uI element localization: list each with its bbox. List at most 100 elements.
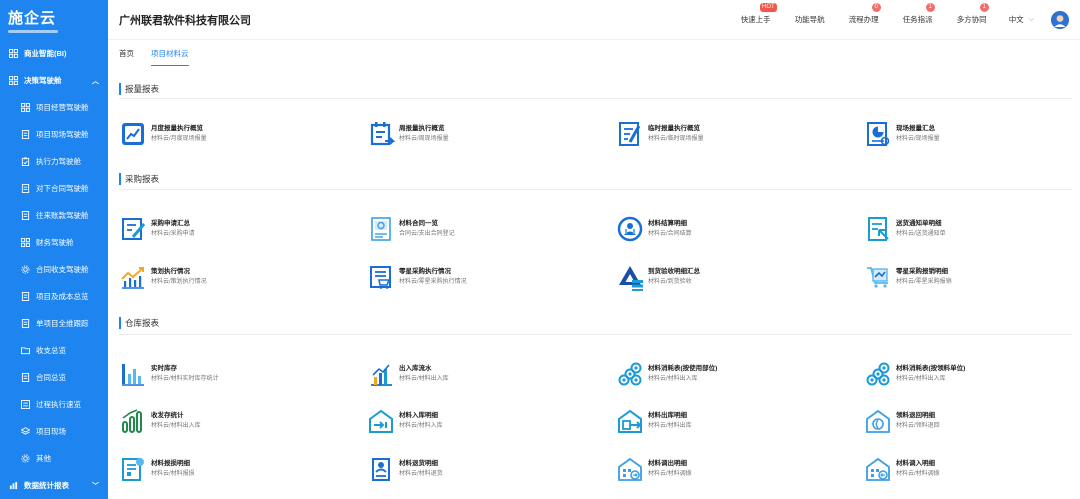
report-card[interactable]: 材料消耗表(按领料单位) 材料云/材料出入库: [864, 360, 965, 388]
report-card[interactable]: 零星采购执行情况 材料云/零星采购执行情况: [367, 263, 467, 291]
sidebar-item-13[interactable]: 过程执行速览: [0, 391, 108, 418]
tab-bar: 首页 项目材料云: [108, 40, 1080, 68]
report-card[interactable]: 材料退货明细 材料云/材料退货: [367, 455, 443, 483]
chart-icon: [9, 481, 18, 490]
report-card[interactable]: 材料入库明细 材料云/材料入库: [367, 407, 443, 435]
report-card-text: 材料报损明细 材料云/材料报损: [151, 459, 195, 479]
header-process[interactable]: 流程办理 0: [849, 3, 881, 25]
report-card[interactable]: 周报量执行概览 材料云/周现场报量: [367, 120, 449, 148]
sidebar-item-4[interactable]: 执行力驾驶舱: [0, 148, 108, 175]
report-card-text: 材料出库明细 材料云/材料出库: [648, 411, 692, 431]
sidebar-item-9[interactable]: 项目及成本总览: [0, 283, 108, 310]
sidebar-item-15[interactable]: 其他: [0, 445, 108, 472]
report-card[interactable]: 实时库存材料云/材料实时库存统计: [119, 360, 219, 388]
report-card-path: 材料云/材料出入库: [648, 376, 698, 382]
document-icon: [21, 373, 30, 382]
sidebar-item-7[interactable]: 财务驾驶舱: [0, 229, 108, 256]
tab-material-cloud[interactable]: 项目材料云: [151, 40, 189, 68]
sidebar-item-3[interactable]: 项目现场驾驶舱: [0, 121, 108, 148]
report-card[interactable]: 送货通知单明细 材料云/送货通知单: [864, 215, 946, 243]
chevron-down-icon: ﹀: [92, 482, 99, 490]
grid-icon: [21, 238, 30, 247]
report-card[interactable]: 材料调入明细 材料云/材料调拨: [864, 455, 940, 483]
goods-return-icon: [372, 458, 390, 481]
sidebar-item-8[interactable]: 合同收支驾驶舱: [0, 256, 108, 283]
report-card-text: 策划执行情况 材料云/策划执行情况: [151, 267, 207, 287]
settlement-icon: [617, 216, 643, 242]
report-card[interactable]: 到货验收明细汇总 材料云/到货验收: [616, 263, 700, 291]
report-card-title: 材料退货明细: [399, 460, 438, 467]
report-card-title: 周报量执行概览: [399, 125, 445, 132]
report-card-path: 材料云/零星采购执行情况: [399, 279, 467, 285]
app-root: 施企云 商业智能(BI) 决策驾驶舱 ︿ 项目经营驾驶舱项目现场驾驶舱 执行力驾驶舱 对下…: [0, 0, 1080, 499]
report-card-path: 材料云/到货验收: [648, 279, 692, 285]
report-card-text: 零星采购执行情况 材料云/零星采购执行情况: [399, 267, 467, 287]
sidebar-item-16[interactable]: 数据统计报表 ﹀: [0, 472, 108, 499]
report-card-text: 材料消耗表(按使用部位) 材料云/材料出入库: [648, 364, 717, 384]
user-avatar-icon: [1051, 10, 1069, 29]
tab-home[interactable]: 首页: [119, 40, 134, 68]
report-card-text: 到货验收明细汇总 材料云/到货验收: [648, 267, 700, 287]
report-card[interactable]: 领料退回明细 材料云/领料退回: [864, 407, 940, 435]
document-icon: [21, 319, 30, 328]
sidebar-item-label: 项目现场: [36, 427, 66, 436]
section-title-0: 报量报表: [119, 82, 159, 96]
report-card-text: 材料结算明细 材料云/合同结算: [648, 219, 692, 239]
stock-stats-icon: [122, 409, 142, 433]
sidebar-item-2[interactable]: 项目经营驾驶舱: [0, 94, 108, 121]
report-card-title: 材料消耗表(按使用部位): [648, 365, 718, 372]
header: 广州联君软件科技有限公司 快速上手 HOT 功能导航 流程办理 0 任务指派 1…: [108, 0, 1080, 40]
sidebar-item-label: 项目经营驾驶舱: [36, 103, 89, 112]
gear-icon: [21, 265, 30, 274]
report-card-title: 实时库存: [151, 365, 177, 372]
report-card[interactable]: 材料报损明细 材料云/材料报损: [119, 455, 195, 483]
report-card[interactable]: 出入库流水 材料云/材料出入库: [367, 360, 449, 388]
report-card[interactable]: 材料消耗表(按使用部位) 材料云/材料出入库: [616, 360, 717, 388]
report-card[interactable]: 策划执行情况 材料云/策划执行情况: [119, 263, 207, 291]
sidebar-nav: 商业智能(BI) 决策驾驶舱 ︿ 项目经营驾驶舱项目现场驾驶舱 执行力驾驶舱 对下合同驾驶…: [0, 40, 108, 499]
report-card[interactable]: 材料调出明细 材料云/材料调拨: [616, 455, 692, 483]
sidebar-item-0[interactable]: 商业智能(BI): [0, 40, 108, 67]
report-card[interactable]: 月度报量执行概览 材料云/月度现场报量: [119, 120, 207, 148]
list-icon: [21, 400, 30, 409]
logo[interactable]: 施企云: [0, 0, 108, 40]
sidebar-item-6[interactable]: 往来账款驾驶舱: [0, 202, 108, 229]
report-card[interactable]: 零星采购报销明细 材料云/零星采购报销: [864, 263, 952, 291]
report-card[interactable]: 现场报量汇总 材料云/现场报量: [864, 120, 940, 148]
report-card[interactable]: 采购申请汇总 材料云/采购申请: [119, 215, 195, 243]
monthly-report-icon: [122, 123, 144, 145]
sidebar-item-11[interactable]: 收支总览: [0, 337, 108, 364]
header-task[interactable]: 任务指派 1: [903, 3, 935, 25]
chevron-up-icon: ︿: [92, 77, 99, 85]
report-card[interactable]: 临时报量执行概览 材料云/临时现场报量: [616, 120, 704, 148]
document-icon: [21, 130, 30, 139]
report-card[interactable]: 收发存统计 材料云/材料出入库: [119, 407, 201, 435]
report-card-path: 材料云/材料实时库存统计: [151, 376, 219, 382]
report-card-path: 材料云/材料出入库: [399, 376, 449, 382]
sidebar-item-12[interactable]: 合同总览: [0, 364, 108, 391]
avatar[interactable]: [1051, 10, 1069, 29]
report-card-path: 材料云/材料退货: [399, 471, 443, 477]
report-card-text: 实时库存材料云/材料实时库存统计: [151, 364, 219, 384]
report-card[interactable]: 材料合同一览 合同云/支出合同登记: [367, 215, 455, 243]
report-card-text: 材料调出明细 材料云/材料调拨: [648, 459, 692, 479]
sidebar-item-5[interactable]: 对下合同驾驶舱: [0, 175, 108, 202]
reimbursement-icon: [867, 267, 888, 288]
document-icon: [21, 211, 30, 220]
header-quick-start[interactable]: 快速上手 HOT: [741, 3, 777, 25]
header-function-nav[interactable]: 功能导航: [795, 14, 825, 25]
section-divider: [119, 334, 1072, 335]
report-card-title: 收发存统计: [151, 412, 184, 419]
report-card-title: 材料结算明细: [648, 220, 687, 227]
section-divider: [119, 189, 1072, 190]
report-card[interactable]: 材料结算明细 材料云/合同结算: [616, 215, 692, 243]
sidebar-item-14[interactable]: 项目现场: [0, 418, 108, 445]
report-card-title: 材料调入明细: [896, 460, 935, 467]
language-selector[interactable]: 中文 ⌵: [1009, 14, 1034, 25]
header-collab[interactable]: 多方协同 1: [957, 3, 989, 25]
sidebar-item-10[interactable]: 单项目全维跟踪: [0, 310, 108, 337]
report-card[interactable]: 材料出库明细 材料云/材料出库: [616, 407, 692, 435]
report-card-path: 材料云/周现场报量: [399, 136, 449, 142]
gear-icon: [21, 454, 30, 463]
sidebar-item-1[interactable]: 决策驾驶舱 ︿: [0, 67, 108, 94]
